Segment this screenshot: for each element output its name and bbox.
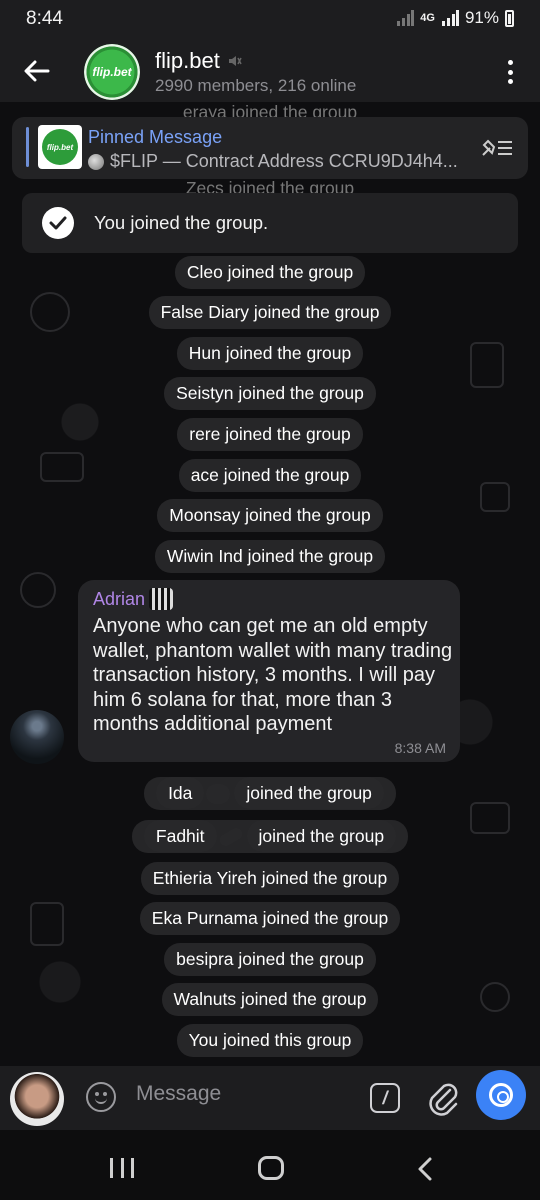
pinned-title: Pinned Message <box>88 127 223 147</box>
message-bubble[interactable]: Adrian Anyone who can get me an old empt… <box>78 580 460 762</box>
message-time: 8:38 AM <box>394 740 446 756</box>
lollipop-emoji <box>206 784 231 805</box>
service-message: Cleo joined the group <box>0 256 540 289</box>
logo-text: flip.bet <box>92 65 132 79</box>
bone-emoji <box>217 826 244 849</box>
service-message: Seistyn joined the group <box>0 377 540 410</box>
emoji-icon[interactable] <box>86 1082 116 1112</box>
pinned-indicator <box>26 127 29 167</box>
bot-command-button[interactable]: / <box>370 1083 400 1113</box>
pinned-message-bar[interactable]: flip.bet Pinned Message $FLIP — Contract… <box>12 117 528 179</box>
more-menu-button[interactable] <box>496 56 524 88</box>
service-message: Wiwin Ind joined the group <box>0 540 540 573</box>
service-message: You joined this group <box>0 1024 540 1057</box>
service-message: Ethieria Yireh joined the group <box>0 862 540 895</box>
service-message: False Diary joined the group <box>0 296 540 329</box>
service-message: Ida joined the group <box>0 777 540 811</box>
service-message: Walnuts joined the group <box>0 983 540 1016</box>
pinned-list-icon[interactable] <box>480 135 514 161</box>
sender-avatar[interactable] <box>10 710 64 764</box>
signal-strength-icon <box>441 10 459 26</box>
toast-text: You joined the group. <box>94 212 269 233</box>
service-message: Fadhit joined the group <box>0 820 540 853</box>
dot-icon <box>507 60 513 65</box>
camera-icon <box>489 1083 513 1107</box>
group-title[interactable]: flip.bet <box>155 48 242 74</box>
recents-icon[interactable] <box>110 1158 134 1178</box>
composer-bar: / <box>0 1066 540 1130</box>
service-message: Hun joined the group <box>0 337 540 370</box>
signal-icon <box>397 10 415 26</box>
check-icon <box>42 207 74 239</box>
arrow-left-icon <box>24 60 50 82</box>
service-message: Moonsay joined the group <box>0 499 540 532</box>
status-icons: 4G 91% <box>396 8 514 28</box>
status-time: 8:44 <box>26 8 63 29</box>
home-icon[interactable] <box>258 1156 284 1180</box>
doodle <box>20 572 56 608</box>
message-input[interactable] <box>136 1082 356 1106</box>
network-type: 4G <box>420 11 435 24</box>
dot-icon <box>507 79 513 84</box>
pinned-preview: $FLIP — Contract Address CCRU9DJ4h4... <box>88 151 458 172</box>
sender-emoji <box>149 588 174 610</box>
battery-percent: 91% <box>464 8 499 27</box>
camera-button[interactable] <box>476 1070 526 1120</box>
nav-back-icon[interactable] <box>414 1156 436 1182</box>
dot-icon <box>507 69 513 75</box>
service-message: besipra joined the group <box>0 943 540 976</box>
globe-icon <box>88 153 104 170</box>
muted-icon <box>228 56 242 66</box>
service-message: ace joined the group <box>0 459 540 492</box>
joined-toast: You joined the group. <box>22 193 518 253</box>
chat-header: flip.bet flip.bet 2990 members, 216 onli… <box>0 40 540 102</box>
message-text: Anyone who can get me an old empty walle… <box>93 615 453 735</box>
group-name: flip.bet <box>155 48 220 73</box>
sender-name[interactable]: Adrian <box>93 588 174 610</box>
member-count: 2990 members, 216 online <box>155 76 357 95</box>
pinned-thumbnail: flip.bet <box>38 125 82 169</box>
send-as-avatar[interactable] <box>10 1072 64 1126</box>
system-nav-bar <box>0 1130 540 1200</box>
group-avatar[interactable]: flip.bet <box>84 44 140 100</box>
service-message: rere joined the group <box>0 418 540 451</box>
paperclip-icon[interactable] <box>426 1080 460 1116</box>
battery-icon <box>505 9 514 27</box>
back-button[interactable] <box>20 54 54 88</box>
status-bar: 8:44 4G 91% <box>0 0 540 40</box>
service-message: Eka Purnama joined the group <box>0 902 540 935</box>
